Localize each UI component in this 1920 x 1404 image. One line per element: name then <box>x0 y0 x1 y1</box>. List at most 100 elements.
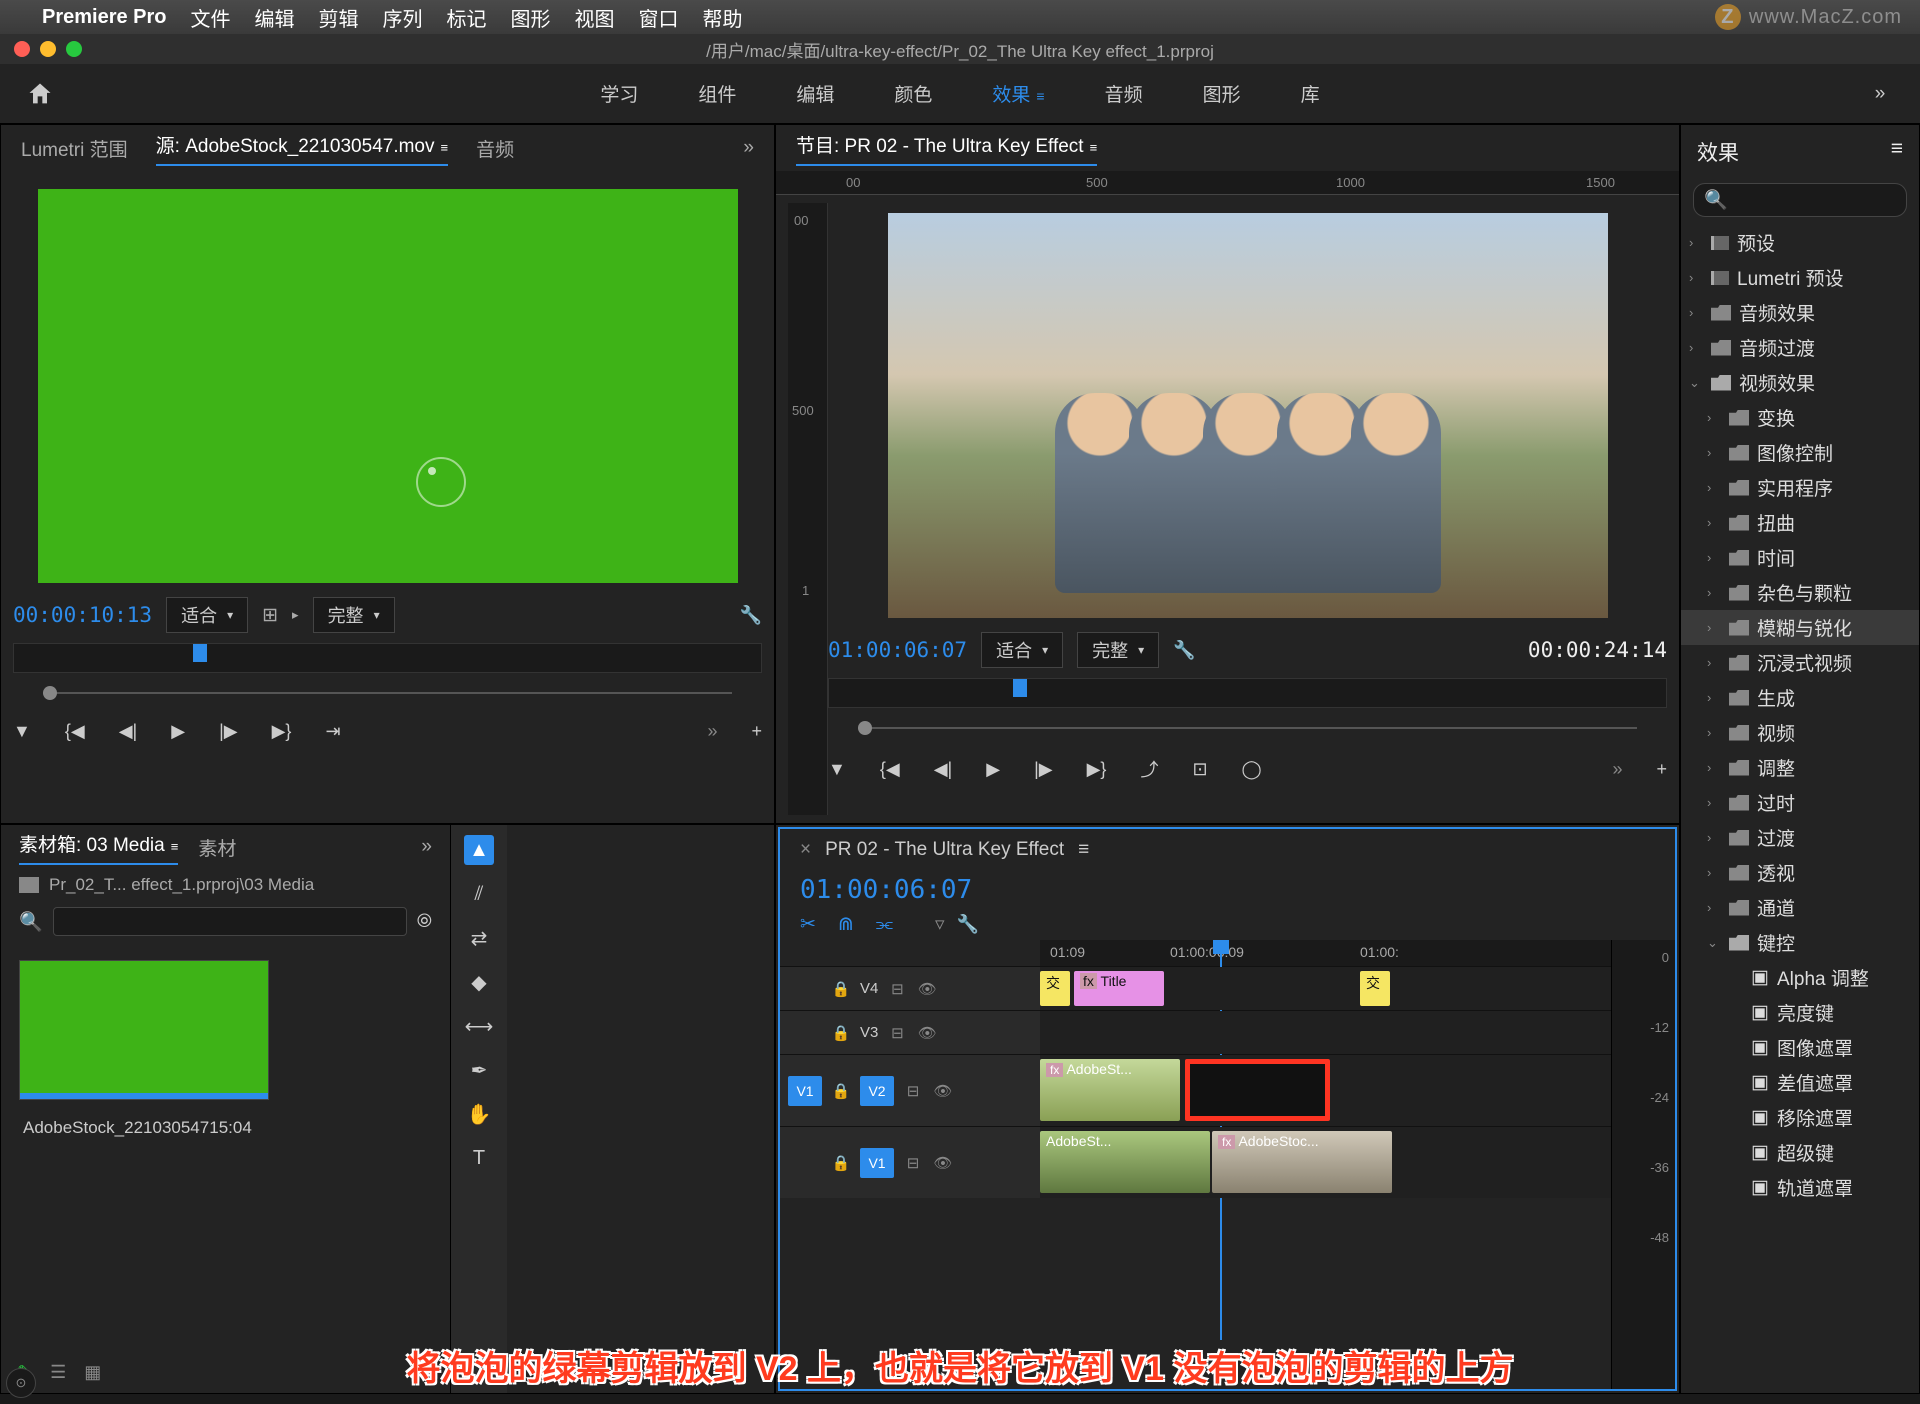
ripple-edit-tool[interactable]: ⇄ <box>464 923 494 953</box>
chevron-icon[interactable]: › <box>1689 270 1703 285</box>
lock-icon[interactable]: 🔒 <box>830 1154 852 1172</box>
chevron-icon[interactable]: › <box>1707 480 1721 495</box>
settings-icon[interactable]: ⊞ <box>262 604 278 627</box>
effects-tree-item[interactable]: ›时间 <box>1681 540 1919 575</box>
workspace-color[interactable]: 颜色 <box>894 80 932 107</box>
play-button[interactable]: ▶ <box>986 759 1000 780</box>
tab-program[interactable]: 节目: PR 02 - The Ultra Key Effect≡ <box>796 131 1097 166</box>
track-target-v2[interactable]: V2 <box>860 1076 894 1106</box>
chevron-icon[interactable]: › <box>1689 305 1703 320</box>
effects-tree-item[interactable]: ⌄键控 <box>1681 925 1919 960</box>
program-quality-dropdown[interactable]: 完整 <box>1077 632 1159 668</box>
chevron-right-icon[interactable]: ▸ <box>292 607 299 623</box>
effects-tree-item[interactable]: ▣超级键 <box>1681 1135 1919 1170</box>
linked-selection-icon[interactable]: ⫘ <box>876 914 893 936</box>
creative-cloud-icon[interactable]: ⊙ <box>6 1368 36 1398</box>
effects-tree-item[interactable]: ▣移除遮罩 <box>1681 1100 1919 1135</box>
effects-tree-item[interactable]: ▣图像遮罩 <box>1681 1030 1919 1065</box>
panel-menu-icon[interactable]: ≡ <box>1078 839 1089 861</box>
icon-view-icon[interactable]: ▦ <box>84 1362 101 1383</box>
chevron-icon[interactable]: › <box>1707 620 1721 635</box>
effects-tree-item[interactable]: ›变换 <box>1681 400 1919 435</box>
hand-tool[interactable]: ✋ <box>464 1099 494 1129</box>
clip-title[interactable]: fx Title <box>1074 971 1164 1006</box>
effects-tree-item[interactable]: ›音频效果 <box>1681 295 1919 330</box>
program-scrub-bar[interactable] <box>858 718 1637 738</box>
panel-overflow-icon[interactable]: » <box>421 836 432 858</box>
menu-graphics[interactable]: 图形 <box>511 3 551 32</box>
workspace-assembly[interactable]: 组件 <box>698 80 736 107</box>
clip-v1-adobestock-b[interactable]: fx AdobeStoc... <box>1212 1131 1392 1193</box>
source-scrub-bar[interactable] <box>43 683 732 703</box>
track-target-v1[interactable]: V1 <box>860 1148 894 1178</box>
lift-button[interactable]: ⤴ <box>1140 756 1158 782</box>
chevron-icon[interactable]: › <box>1707 830 1721 845</box>
transport-more-icon[interactable]: » <box>707 721 717 742</box>
track-label[interactable]: V4 <box>860 980 878 997</box>
menu-view[interactable]: 视图 <box>575 3 615 32</box>
workspace-learn[interactable]: 学习 <box>600 80 638 107</box>
wrench-icon[interactable]: 🔧 <box>740 605 762 626</box>
workspace-overflow[interactable]: » <box>1840 83 1920 105</box>
effects-tree-item[interactable]: ›杂色与颗粒 <box>1681 575 1919 610</box>
clip-v2-highlighted[interactable] <box>1185 1059 1330 1121</box>
audio-meter[interactable]: 0 -12 -24 -36 -48 <box>1611 940 1675 1389</box>
panel-overflow-icon[interactable]: » <box>743 137 754 159</box>
insert-button[interactable]: ⇥ <box>325 721 340 742</box>
effects-tree-item[interactable]: ▣亮度键 <box>1681 995 1919 1030</box>
tab-bin[interactable]: 素材箱: 03 Media≡ <box>19 830 178 865</box>
effects-tree-item[interactable]: ›过渡 <box>1681 820 1919 855</box>
clip-crossfade[interactable]: 交 <box>1360 971 1390 1006</box>
workspace-editing[interactable]: 编辑 <box>796 80 834 107</box>
source-quality-dropdown[interactable]: 完整 <box>313 597 395 633</box>
chevron-icon[interactable]: › <box>1707 410 1721 425</box>
timeline-ruler[interactable]: 01:09 01:00:06:09 01:00: <box>1040 940 1611 966</box>
list-view-icon[interactable]: ☰ <box>50 1362 66 1383</box>
effects-tree-item[interactable]: ›调整 <box>1681 750 1919 785</box>
clip-name[interactable]: AdobeStock_221030547 <box>23 1118 209 1138</box>
filter-icon[interactable]: ⦾ <box>417 911 432 933</box>
mark-in-button[interactable]: {◀ <box>65 721 85 742</box>
effects-tree-item[interactable]: ›音频过渡 <box>1681 330 1919 365</box>
track-label[interactable]: V3 <box>860 1024 878 1041</box>
mute-icon[interactable]: ⊟ <box>886 980 908 998</box>
chevron-icon[interactable]: › <box>1707 585 1721 600</box>
type-tool[interactable]: T <box>464 1143 494 1173</box>
mark-out-button[interactable]: ▶} <box>272 721 292 742</box>
clip-crossfade[interactable]: 交 <box>1040 971 1070 1006</box>
effects-tree-item[interactable]: ▣差值遮罩 <box>1681 1065 1919 1100</box>
eye-icon[interactable]: 👁 <box>916 1024 938 1042</box>
menu-marker[interactable]: 标记 <box>447 3 487 32</box>
effects-tree-item[interactable]: ›预设 <box>1681 225 1919 260</box>
mute-icon[interactable]: ⊟ <box>902 1154 924 1172</box>
chevron-icon[interactable]: › <box>1707 655 1721 670</box>
selection-tool[interactable]: ▲ <box>464 835 494 865</box>
mute-icon[interactable]: ⊟ <box>902 1082 924 1100</box>
add-button[interactable]: + <box>1656 759 1667 780</box>
add-marker-button[interactable]: ▼ <box>13 721 31 742</box>
menu-edit[interactable]: 编辑 <box>255 3 295 32</box>
panel-menu-icon[interactable]: ≡ <box>1891 137 1903 167</box>
effects-tree-item[interactable]: ⌄视频效果 <box>1681 365 1919 400</box>
source-patch-v1[interactable]: V1 <box>788 1076 822 1106</box>
program-video-display[interactable] <box>888 213 1608 618</box>
chevron-icon[interactable]: › <box>1689 340 1703 355</box>
chevron-icon[interactable]: ⌄ <box>1707 935 1721 951</box>
chevron-icon[interactable]: › <box>1689 235 1703 250</box>
menu-clip[interactable]: 剪辑 <box>319 3 359 32</box>
effects-tree-item[interactable]: ›Lumetri 预设 <box>1681 260 1919 295</box>
effects-tree-item[interactable]: ›模糊与锐化 <box>1681 610 1919 645</box>
workspace-graphics[interactable]: 图形 <box>1203 80 1241 107</box>
close-sequence-icon[interactable]: × <box>800 839 811 861</box>
source-video-display[interactable] <box>38 189 738 583</box>
extract-button[interactable]: ⊡ <box>1192 759 1207 780</box>
lock-icon[interactable]: 🔒 <box>830 1024 852 1042</box>
play-button[interactable]: ▶ <box>171 721 185 742</box>
pen-tool[interactable]: ✒ <box>464 1055 494 1085</box>
transport-more-icon[interactable]: » <box>1612 759 1622 780</box>
app-name[interactable]: Premiere Pro <box>42 6 167 29</box>
effects-tree[interactable]: ›预设›Lumetri 预设›音频效果›音频过渡⌄视频效果›变换›图像控制›实用… <box>1681 221 1919 1209</box>
chevron-icon[interactable]: › <box>1707 865 1721 880</box>
project-search-input[interactable] <box>53 907 407 936</box>
snap-icon[interactable]: ✂ <box>800 913 816 936</box>
